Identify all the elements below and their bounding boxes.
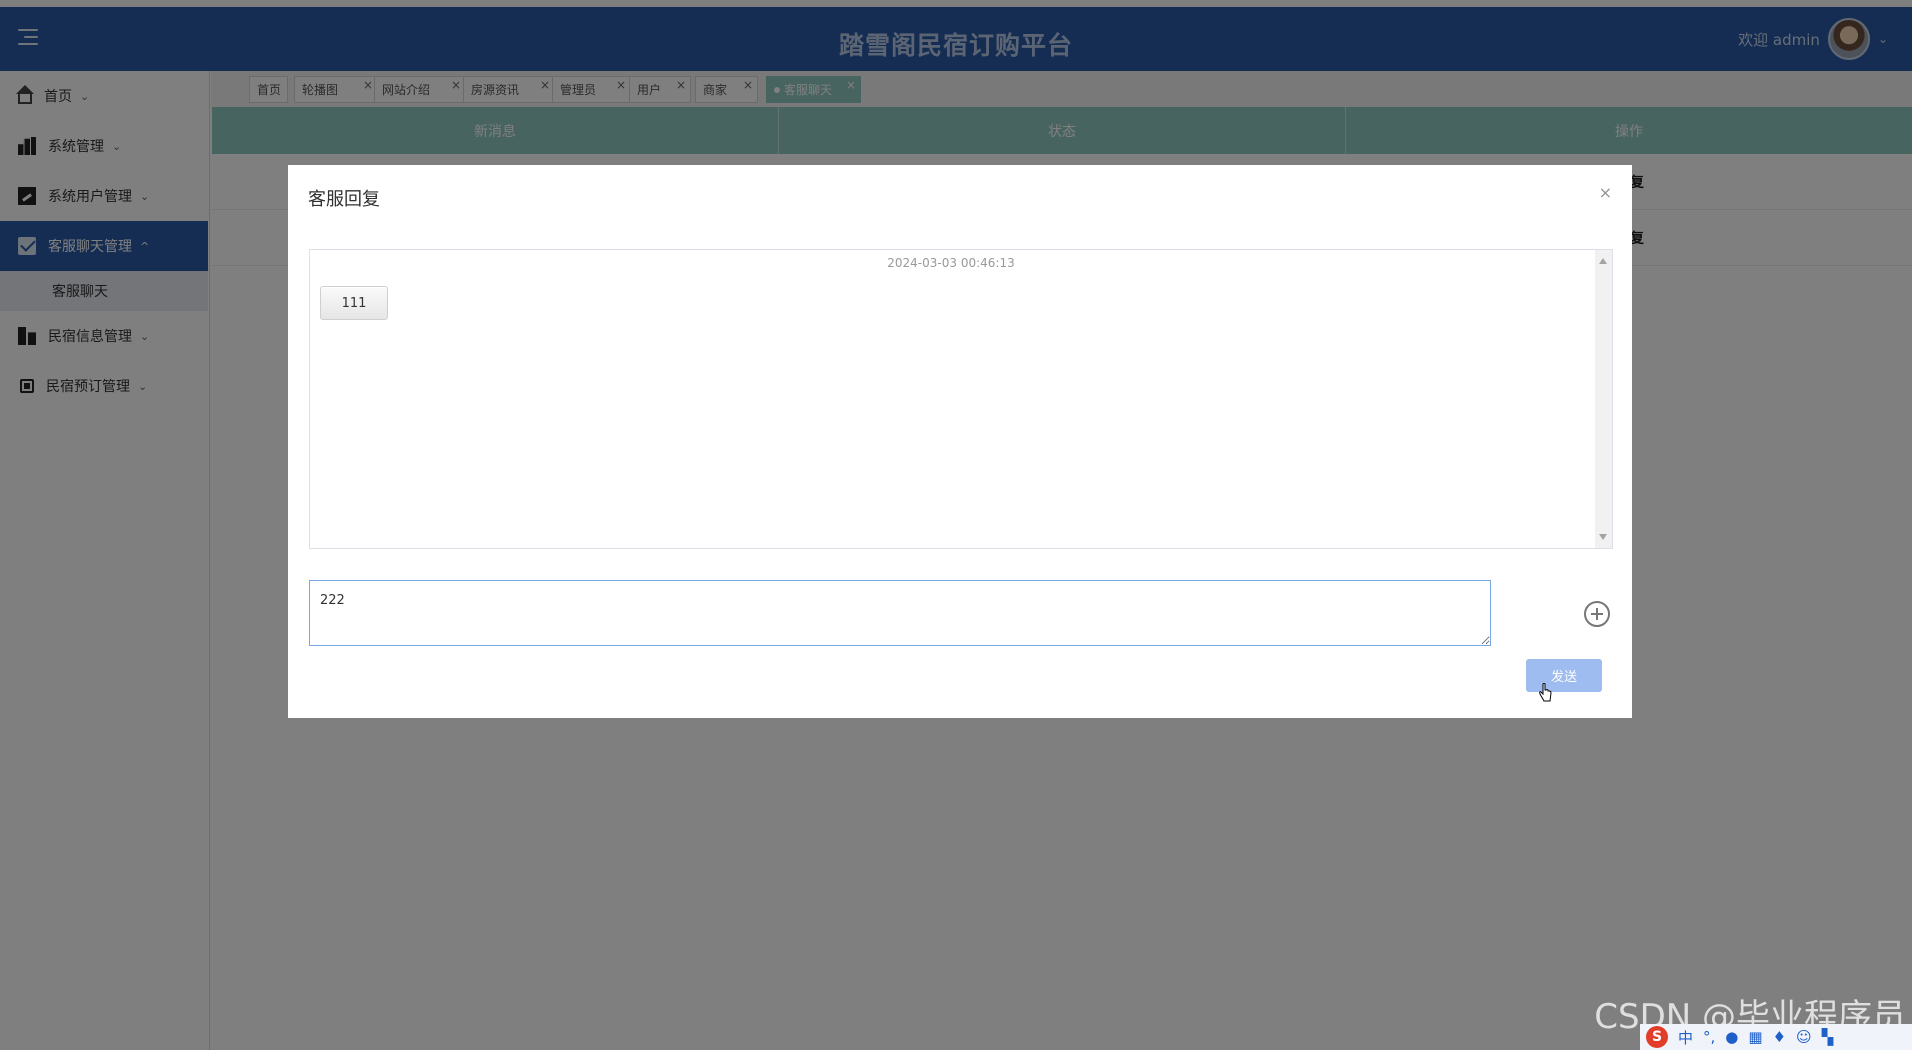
ime-toolbar[interactable]: S 中 °, ● ▦ ♦ ☺ ▚ (1640, 1024, 1912, 1050)
close-icon[interactable]: × (1599, 183, 1612, 202)
message-input[interactable]: 222 (309, 580, 1491, 646)
punctuation-icon[interactable]: °, (1703, 1028, 1715, 1046)
message-timestamp: 2024-03-03 00:46:13 (887, 256, 1015, 270)
chat-scrollbar[interactable] (1595, 250, 1612, 548)
chat-history[interactable]: 2024-03-03 00:46:13 111 (309, 249, 1613, 549)
ime-logo-icon: S (1646, 1026, 1668, 1048)
skin-icon[interactable]: ♦ (1773, 1028, 1786, 1046)
hand-cursor-icon (1539, 683, 1552, 702)
message-bubble: 111 (320, 286, 388, 320)
ime-mode[interactable]: 中 (1678, 1027, 1693, 1048)
scroll-down-icon[interactable] (1599, 534, 1607, 540)
keyboard-icon[interactable]: ▦ (1748, 1028, 1762, 1046)
dialog-title: 客服回复 (308, 189, 380, 210)
apps-icon[interactable]: ▚ (1822, 1028, 1834, 1046)
microphone-icon[interactable]: ● (1725, 1028, 1738, 1046)
emoji-icon[interactable]: ☺ (1796, 1028, 1812, 1046)
add-circle-icon[interactable] (1584, 601, 1610, 627)
reply-dialog: 客服回复 × 2024-03-03 00:46:13 111 222 发送 (288, 165, 1632, 718)
scroll-up-icon[interactable] (1599, 258, 1607, 264)
